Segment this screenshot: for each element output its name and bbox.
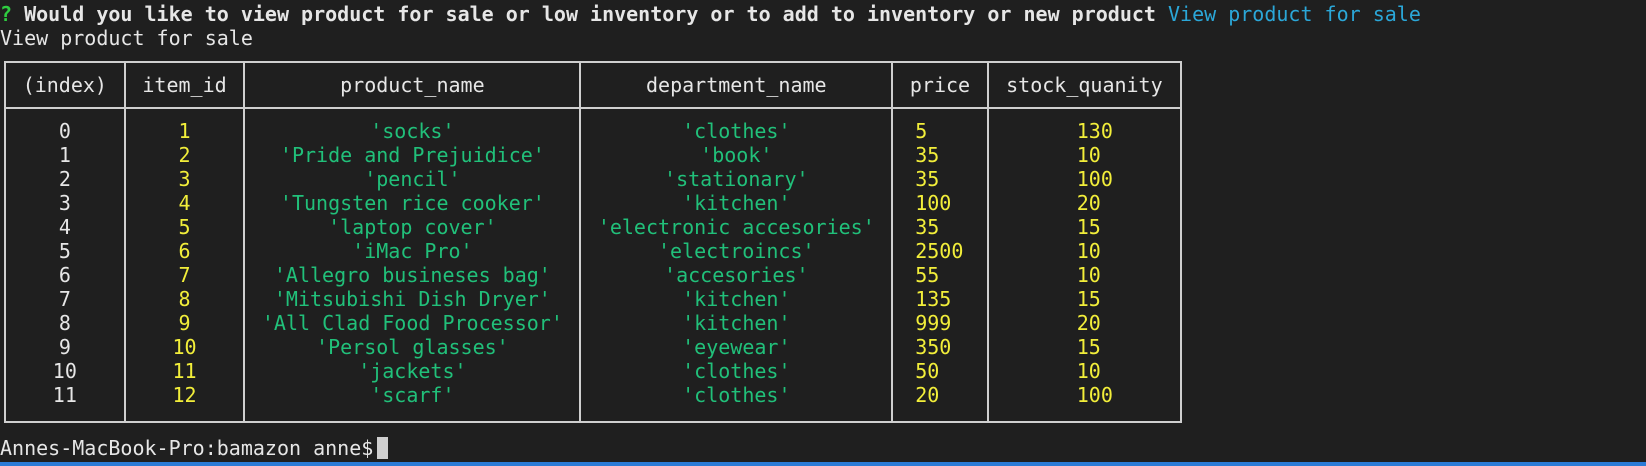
table-cell-index: 3 <box>58 191 71 215</box>
table-cell-index: 4 <box>58 215 71 239</box>
table-cell-product-name: 'Mitsubishi Dish Dryer' <box>273 287 551 311</box>
table-cell-department-name: 'clothes' <box>682 119 791 143</box>
table-cell-item-id: 7 <box>178 263 191 287</box>
table-cell-item-id: 9 <box>178 311 191 335</box>
table-cell-item-id: 12 <box>172 383 197 407</box>
table-cell-index: 2 <box>58 167 71 191</box>
table-cell-item-id: 4 <box>178 191 191 215</box>
table-cell-item-id: 6 <box>178 239 191 263</box>
table-cell-product-name: 'socks' <box>370 119 455 143</box>
table-cell-price: 50 <box>915 359 940 383</box>
table-cell-index: 1 <box>58 143 71 167</box>
table-body-row: 0 1 2 3 4 5 6 7 8 9 10 11 1 2 3 4 5 6 7 8 9 10 11 12 'socks' 'P… <box>4 107 1183 423</box>
stock-column: 130 10 100 20 15 10 10 15 20 15 10 100 <box>986 107 1183 423</box>
table-cell-department-name: 'book' <box>700 143 773 167</box>
table-cell-item-id: 10 <box>172 335 197 359</box>
table-cell-stock: 10 <box>1076 263 1101 287</box>
table-cell-department-name: 'electronic accesories' <box>597 215 875 239</box>
window-bottom-edge <box>0 462 1646 466</box>
table-cell-stock: 100 <box>1076 167 1113 191</box>
table-cell-product-name: 'laptop cover' <box>328 215 497 239</box>
table-cell-index: 10 <box>52 359 77 383</box>
table-cell-item-id: 11 <box>172 359 197 383</box>
table-cell-stock: 20 <box>1076 311 1101 335</box>
header-index: (index) <box>4 61 126 109</box>
question-marker: ? <box>0 2 13 26</box>
shell-prompt: Annes-MacBook-Pro:bamazon anne$ <box>0 436 374 460</box>
table-cell-index: 0 <box>58 119 71 143</box>
table-cell-department-name: 'kitchen' <box>682 287 791 311</box>
table-cell-price: 999 <box>915 311 952 335</box>
echo-output: View product for sale <box>0 26 253 50</box>
table-cell-product-name: 'Allegro busineses bag' <box>273 263 551 287</box>
header-price: price <box>891 61 989 109</box>
table-cell-item-id: 1 <box>178 119 191 143</box>
header-product-name: product_name <box>243 61 582 109</box>
table-cell-product-name: 'Pride and Prejuidice' <box>279 143 545 167</box>
table-cell-price: 35 <box>915 143 940 167</box>
table-cell-stock: 10 <box>1076 239 1101 263</box>
table-cell-item-id: 8 <box>178 287 191 311</box>
table-cell-index: 5 <box>58 239 71 263</box>
table-header-row: (index) item_id product_name department_… <box>4 61 1183 109</box>
table-cell-department-name: 'clothes' <box>682 359 791 383</box>
table-cell-price: 5 <box>915 119 928 143</box>
index-column: 0 1 2 3 4 5 6 7 8 9 10 11 <box>4 107 126 423</box>
terminal-cursor <box>377 437 389 459</box>
table-cell-price: 55 <box>915 263 940 287</box>
department-name-column: 'clothes''book''stationary''kitchen''ele… <box>579 107 894 423</box>
table-cell-department-name: 'kitchen' <box>682 191 791 215</box>
table-cell-department-name: 'kitchen' <box>682 311 791 335</box>
table-cell-price: 350 <box>915 335 952 359</box>
header-item-id: item_id <box>123 61 246 109</box>
table-cell-index: 7 <box>58 287 71 311</box>
header-stock-quantity: stock_quanity <box>986 61 1183 109</box>
shell-prompt-line[interactable]: Annes-MacBook-Pro:bamazon anne$ <box>0 436 389 460</box>
table-cell-stock: 130 <box>1076 119 1113 143</box>
product-name-column: 'socks' 'Pride and Prejuidice''pencil' 'Tu… <box>243 107 582 423</box>
table-cell-product-name: 'Persol glasses' <box>316 335 509 359</box>
question-text: Would you like to view product for sale … <box>24 2 1156 26</box>
table-cell-department-name: 'clothes' <box>682 383 791 407</box>
table-cell-price: 35 <box>915 215 940 239</box>
header-department-name: department_name <box>579 61 894 109</box>
table-cell-price: 2500 <box>915 239 964 263</box>
table-cell-stock: 20 <box>1076 191 1101 215</box>
table-cell-department-name: 'accesories' <box>664 263 809 287</box>
table-cell-index: 6 <box>58 263 71 287</box>
table-cell-index: 9 <box>58 335 71 359</box>
table-cell-stock: 100 <box>1076 383 1113 407</box>
table-cell-stock: 10 <box>1076 143 1101 167</box>
table-cell-price: 135 <box>915 287 952 311</box>
table-cell-stock: 15 <box>1076 335 1101 359</box>
table-cell-stock: 10 <box>1076 359 1101 383</box>
table-cell-price: 100 <box>915 191 952 215</box>
table-cell-index: 11 <box>52 383 77 407</box>
table-cell-stock: 15 <box>1076 215 1101 239</box>
table-cell-product-name: 'pencil' <box>364 167 461 191</box>
table-cell-product-name: 'jackets' <box>358 359 467 383</box>
table-cell-price: 35 <box>915 167 940 191</box>
table-cell-product-name: 'All Clad Food Processor' <box>261 311 563 335</box>
table-cell-product-name: 'Tungsten rice cooker' <box>279 191 545 215</box>
table-cell-price: 20 <box>915 383 940 407</box>
table-cell-index: 8 <box>58 311 71 335</box>
selected-answer: View product for sale <box>1168 2 1421 26</box>
products-table: (index) item_id product_name department_… <box>4 61 1183 423</box>
price-column: 5 35 35 100 35 2500 55 135 999 350 50 20 <box>891 107 989 423</box>
item-id-column: 1 2 3 4 5 6 7 8 9 10 11 12 <box>123 107 246 423</box>
inquirer-prompt: ? Would you like to view product for sal… <box>0 2 1421 26</box>
table-cell-stock: 15 <box>1076 287 1101 311</box>
table-cell-department-name: 'eyewear' <box>682 335 791 359</box>
table-cell-item-id: 5 <box>178 215 191 239</box>
table-cell-product-name: 'iMac Pro' <box>352 239 473 263</box>
table-cell-department-name: 'stationary' <box>664 167 809 191</box>
table-cell-product-name: 'scarf' <box>370 383 455 407</box>
table-cell-department-name: 'electroincs' <box>658 239 815 263</box>
table-cell-item-id: 2 <box>178 143 191 167</box>
table-cell-item-id: 3 <box>178 167 191 191</box>
